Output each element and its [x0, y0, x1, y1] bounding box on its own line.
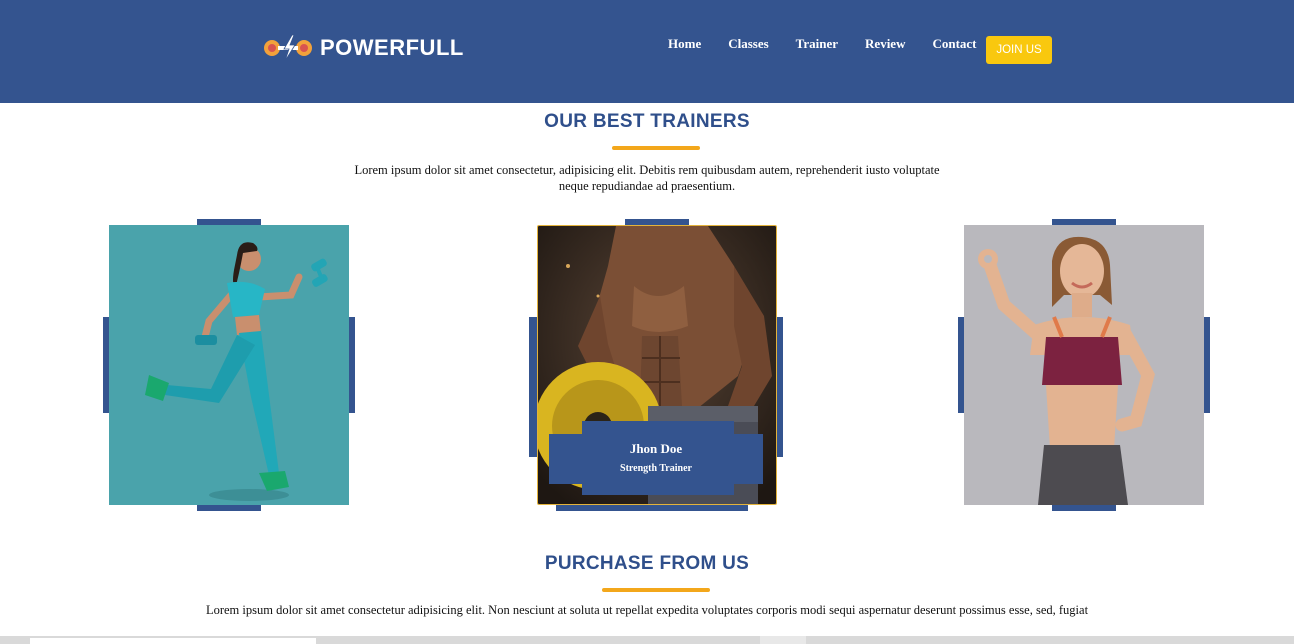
- trainer-card-1[interactable]: [103, 219, 355, 511]
- woman-ok-sign-photo: [964, 225, 1204, 505]
- trainers-description-line-2: neque repudiandae ad praesentium.: [558, 178, 736, 193]
- nav-home[interactable]: Home: [668, 36, 701, 52]
- product-card-preview[interactable]: [760, 636, 806, 644]
- nav-review[interactable]: Review: [865, 36, 905, 52]
- nav-classes[interactable]: Classes: [728, 36, 768, 52]
- main-nav: Home Classes Trainer Review Contact: [668, 36, 1004, 52]
- card-decoration: [777, 317, 783, 457]
- trainers-title-underline: [612, 146, 700, 150]
- brand-name: POWERFULL: [320, 35, 464, 60]
- trainer-card-2[interactable]: Jhon Doe Strength Trainer: [529, 219, 783, 511]
- product-row-preview: [0, 636, 1294, 644]
- trainer-card-3[interactable]: [958, 219, 1210, 511]
- product-card-preview[interactable]: [30, 638, 316, 644]
- nav-trainer[interactable]: Trainer: [796, 36, 838, 52]
- trainer-role: Strength Trainer: [620, 463, 692, 474]
- card-decoration: [349, 317, 355, 413]
- card-decoration: [1204, 317, 1210, 413]
- trainers-description: Lorem ipsum dolor sit amet consectetur, …: [0, 163, 1294, 194]
- card-decoration: [197, 505, 261, 511]
- card-decoration: [529, 317, 537, 457]
- purchase-section-title: PURCHASE FROM US: [544, 553, 750, 574]
- purchase-title-underline: [602, 588, 710, 592]
- trainers-section-title: OUR BEST TRAINERS: [544, 111, 750, 132]
- purchase-description: Lorem ipsum dolor sit amet consectetur a…: [205, 603, 1089, 617]
- trainers-description-line-1: Lorem ipsum dolor sit amet consectetur, …: [354, 163, 940, 177]
- trainer-name: Jhon Doe: [629, 441, 683, 456]
- card-decoration: [1052, 505, 1116, 511]
- nav-contact[interactable]: Contact: [932, 36, 976, 52]
- woman-running-dumbbells-photo: [109, 225, 349, 505]
- brand-logo[interactable]: POWERFULL: [263, 33, 464, 63]
- dumbbell-lightning-icon: [263, 33, 317, 63]
- card-decoration: [556, 505, 748, 511]
- join-us-button[interactable]: JOIN US: [986, 36, 1052, 64]
- site-header: POWERFULL Home Classes Trainer Review Co…: [0, 0, 1294, 103]
